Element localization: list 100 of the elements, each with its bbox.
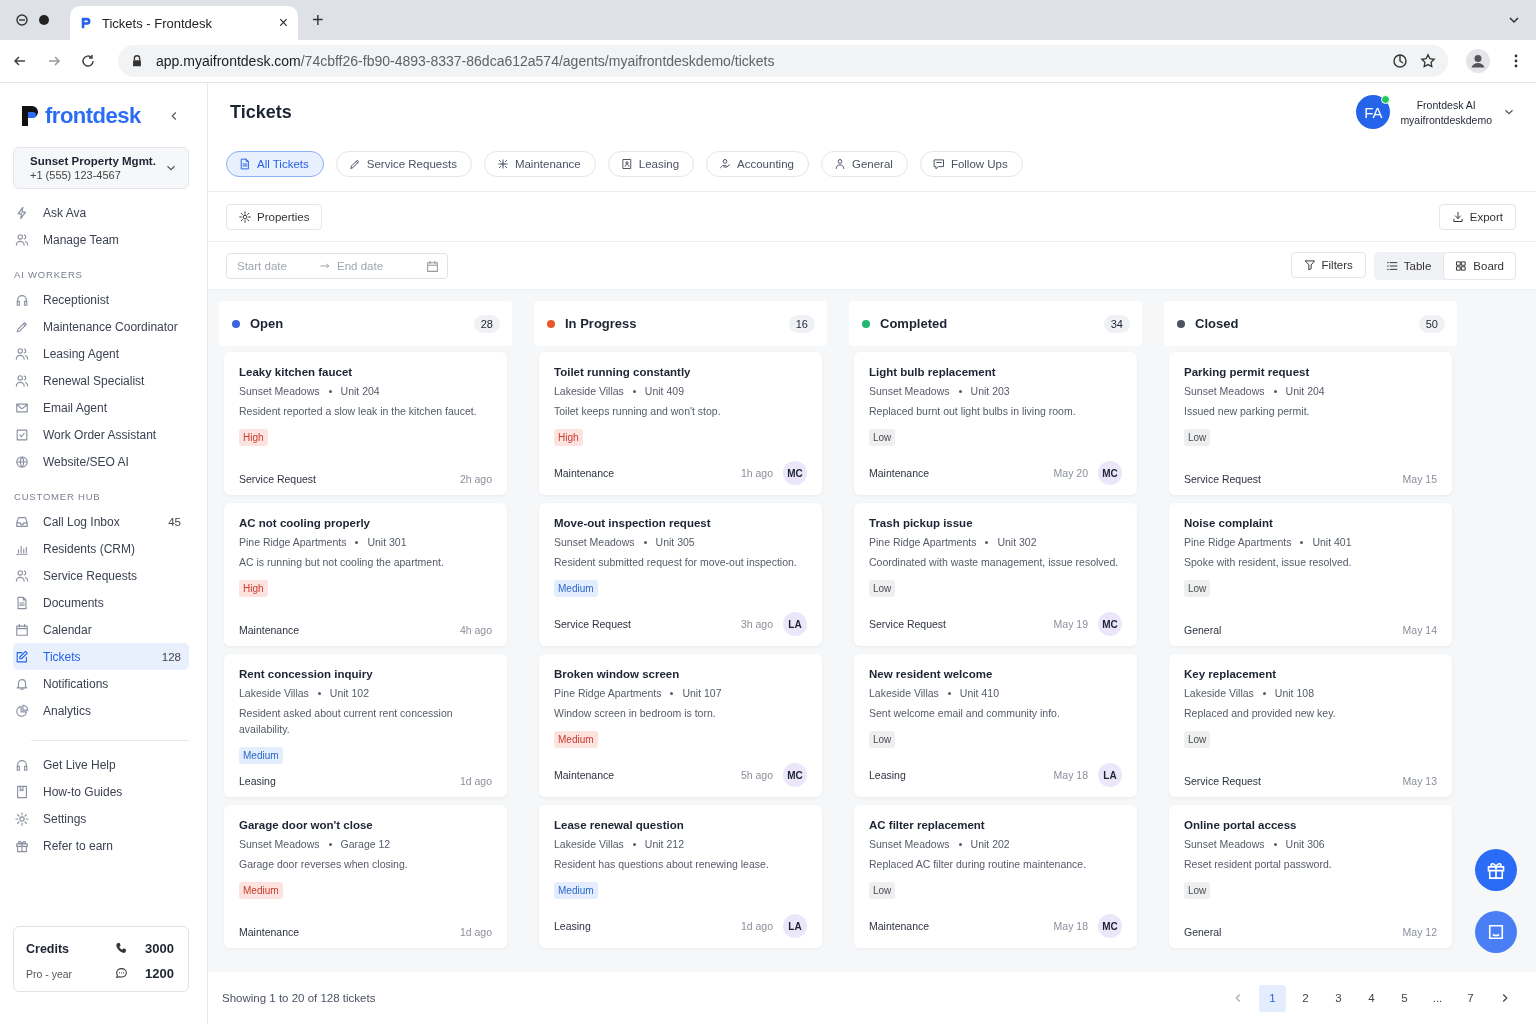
address-bar[interactable]: app.myaifrontdesk.com/74cbff26-fb90-4893-8337-86dca612a574/agents/myaifrontdeskdemo/tickets	[118, 45, 1448, 77]
page-button[interactable]: 2	[1292, 984, 1319, 1012]
category-label: Service Request	[239, 473, 318, 485]
ticket-title: Trash pickup issue	[869, 517, 974, 529]
unit-label: Unit 202	[970, 838, 1010, 850]
page-button[interactable]: 7	[1457, 984, 1484, 1012]
sidebar-item[interactable]: Maintenance Coordinator	[13, 313, 189, 340]
ticket-card[interactable]: Lease renewal question Lakeside Villas Unit 212 Resident has questions about renewing lease. Medium Leasing 1d ago LA	[539, 805, 822, 948]
property-name: Lakeside Villas	[554, 385, 624, 397]
id-card-icon	[620, 158, 633, 170]
sidebar-item[interactable]: Get Live Help	[13, 751, 189, 778]
ticket-title: Rent concession inquiry	[239, 668, 374, 680]
filter-tab[interactable]: Leasing	[607, 151, 695, 177]
profile-icon[interactable]	[1466, 49, 1490, 73]
tab-search-icon[interactable]	[14, 12, 30, 28]
organization-selector[interactable]: Sunset Property Mgmt. +1 (555) 123-4567	[13, 147, 189, 189]
properties-button[interactable]: Properties	[226, 204, 323, 230]
time-label: 1d ago	[459, 926, 492, 938]
close-tab-button[interactable]: ×	[278, 14, 288, 32]
sidebar-item[interactable]: Email Agent	[13, 394, 189, 421]
ticket-card[interactable]: AC not cooling properly Pine Ridge Apartments Unit 301 AC is running but not cooling the apartment. High Maintenance 4h ago	[224, 503, 507, 646]
ticket-card[interactable]: Trash pickup issue Pine Ridge Apartments Unit 302 Coordinated with waste management, issue resolved. Low Service Request May 19 MC	[854, 503, 1137, 646]
filter-tab[interactable]: Maintenance	[483, 151, 596, 177]
unit-label: Unit 108	[1274, 687, 1314, 699]
ticket-card[interactable]: Garage door won't close Sunset Meadows Garage 12 Garage door reverses when closing. Medium Maintenance 1d ago	[224, 805, 507, 948]
separator-dot	[1300, 540, 1304, 544]
filter-tab[interactable]: Accounting	[706, 151, 809, 177]
end-date-field[interactable]: End date	[337, 260, 413, 272]
list-icon	[1385, 260, 1398, 272]
unit-label: Unit 305	[655, 536, 695, 548]
time-label: 1d ago	[740, 920, 773, 932]
sidebar-item[interactable]: Documents	[13, 589, 189, 616]
sidebar-item[interactable]: How-to Guides	[13, 778, 189, 805]
property-name: Lakeside Villas	[869, 687, 939, 699]
circle-icon[interactable]	[36, 12, 52, 28]
ticket-card[interactable]: Toilet running constantly Lakeside Villas Unit 409 Toilet keeps running and won't stop. High Maintenance 1h ago MC	[539, 352, 822, 495]
page-button[interactable]: 1	[1259, 984, 1286, 1012]
filter-tab[interactable]: Follow Ups	[919, 151, 1023, 177]
unit-label: Unit 302	[997, 536, 1037, 548]
sidebar-item[interactable]: Website/SEO AI	[13, 448, 189, 475]
sidebar-item[interactable]: Leasing Agent	[13, 340, 189, 367]
sidebar-item[interactable]: Analytics	[13, 697, 189, 724]
date-range-field[interactable]: Start date End date	[226, 253, 448, 279]
ticket-card[interactable]: Online portal access Sunset Meadows Unit 306 Reset resident portal password. Low General May 12	[1169, 805, 1452, 948]
ticket-card[interactable]: Rent concession inquiry Lakeside Villas Unit 102 Resident asked about current rent concession availability. Medium Leasing 1d ago	[224, 654, 507, 797]
reload-icon[interactable]	[80, 53, 96, 69]
priority-tag: Medium	[239, 746, 283, 764]
ticket-card[interactable]: Key replacement Lakeside Villas Unit 108 Replaced and provided new key. Low Service Request May 13	[1169, 654, 1452, 797]
clock-icon[interactable]	[1392, 53, 1408, 69]
sidebar-item[interactable]: Notifications	[13, 670, 189, 697]
ticket-card[interactable]: Light bulb replacement Sunset Meadows Unit 203 Replaced burnt out light bulbs in living room. Low Maintenance May 20 MC	[854, 352, 1137, 495]
ticket-card[interactable]: Broken window screen Pine Ridge Apartments Unit 107 Window screen in bedroom is torn. Medium Maintenance 5h ago MC	[539, 654, 822, 797]
sidebar-item[interactable]: Residents (CRM)	[13, 535, 189, 562]
sidebar-item[interactable]: Work Order Assistant	[13, 421, 189, 448]
unit-label: Unit 410	[959, 687, 999, 699]
page-button[interactable]: 3	[1325, 984, 1352, 1012]
inbox-icon	[15, 514, 29, 529]
page-button[interactable]: ...	[1424, 984, 1451, 1012]
ticket-card[interactable]: AC filter replacement Sunset Meadows Unit 202 Replaced AC filter during routine maintenance. Low Maintenance May 18 MC	[854, 805, 1137, 948]
sidebar-item[interactable]: Ask Ava	[13, 199, 189, 226]
unit-label: Unit 102	[329, 687, 369, 699]
filter-tab[interactable]: General	[820, 151, 908, 177]
sidebar-item[interactable]: Renewal Specialist	[13, 367, 189, 394]
unit-label: Unit 204	[340, 385, 380, 397]
filters-button[interactable]: Filters	[1290, 252, 1366, 278]
ticket-title: Noise complaint	[1184, 517, 1274, 529]
ticket-card[interactable]: Leaky kitchen faucet Sunset Meadows Unit 204 Resident reported a slow leak in the kitchen faucet. High Service Request 2h ago	[224, 352, 507, 495]
new-tab-button[interactable]: +	[306, 8, 330, 32]
ticket-description: Resident asked about current rent concession availability.	[239, 706, 454, 737]
category-label: Maintenance	[869, 467, 931, 479]
page-button[interactable]: 4	[1358, 984, 1385, 1012]
sidebar-item[interactable]: Tickets 128	[13, 643, 189, 670]
assignee-avatar: MC	[783, 461, 807, 485]
sidebar-item[interactable]: Call Log Inbox 45	[13, 508, 189, 535]
ticket-card[interactable]: Move-out inspection request Sunset Meadows Unit 305 Resident submitted request for move-out inspection. Medium Service Request 3h ago LA	[539, 503, 822, 646]
ticket-card[interactable]: New resident welcome Lakeside Villas Unit 410 Sent welcome email and community info. Low Leasing May 18 LA	[854, 654, 1137, 797]
star-icon[interactable]	[1420, 53, 1436, 69]
page-button[interactable]: 5	[1391, 984, 1418, 1012]
priority-tag: High	[554, 428, 583, 446]
category-label: Maintenance	[554, 467, 616, 479]
user-menu[interactable]: FA Frontdesk AI myaifrontdeskdemo	[1356, 95, 1516, 129]
sidebar-item[interactable]: Calendar	[13, 616, 189, 643]
sidebar-item[interactable]: Settings	[13, 805, 189, 832]
view-toggle[interactable]: Board	[1443, 252, 1516, 280]
export-button[interactable]: Export	[1438, 204, 1516, 230]
sidebar-item[interactable]: Service Requests	[13, 562, 189, 589]
separator-dot	[1273, 389, 1277, 393]
priority-tag: High	[239, 428, 268, 446]
time-label: May 14	[1402, 624, 1437, 636]
filter-tab[interactable]: All Tickets	[226, 151, 324, 177]
start-date-field[interactable]: Start date	[237, 260, 313, 272]
ticket-title: Broken window screen	[554, 668, 681, 680]
ticket-card[interactable]: Noise complaint Pine Ridge Apartments Unit 401 Spoke with resident, issue resolved. Low General May 14	[1169, 503, 1452, 646]
ticket-card[interactable]: Parking permit request Sunset Meadows Unit 204 Issued new parking permit. Low Service Request May 15	[1169, 352, 1452, 495]
filter-tab[interactable]: Service Requests	[335, 151, 472, 177]
sidebar-item[interactable]: Refer to earn	[13, 832, 189, 859]
sidebar-item[interactable]: Receptionist	[13, 286, 189, 313]
sidebar-item[interactable]: Manage Team	[13, 226, 189, 253]
view-toggle[interactable]: Table	[1373, 252, 1444, 280]
browser-tab[interactable]: Tickets - Frontdesk ×	[70, 6, 298, 40]
